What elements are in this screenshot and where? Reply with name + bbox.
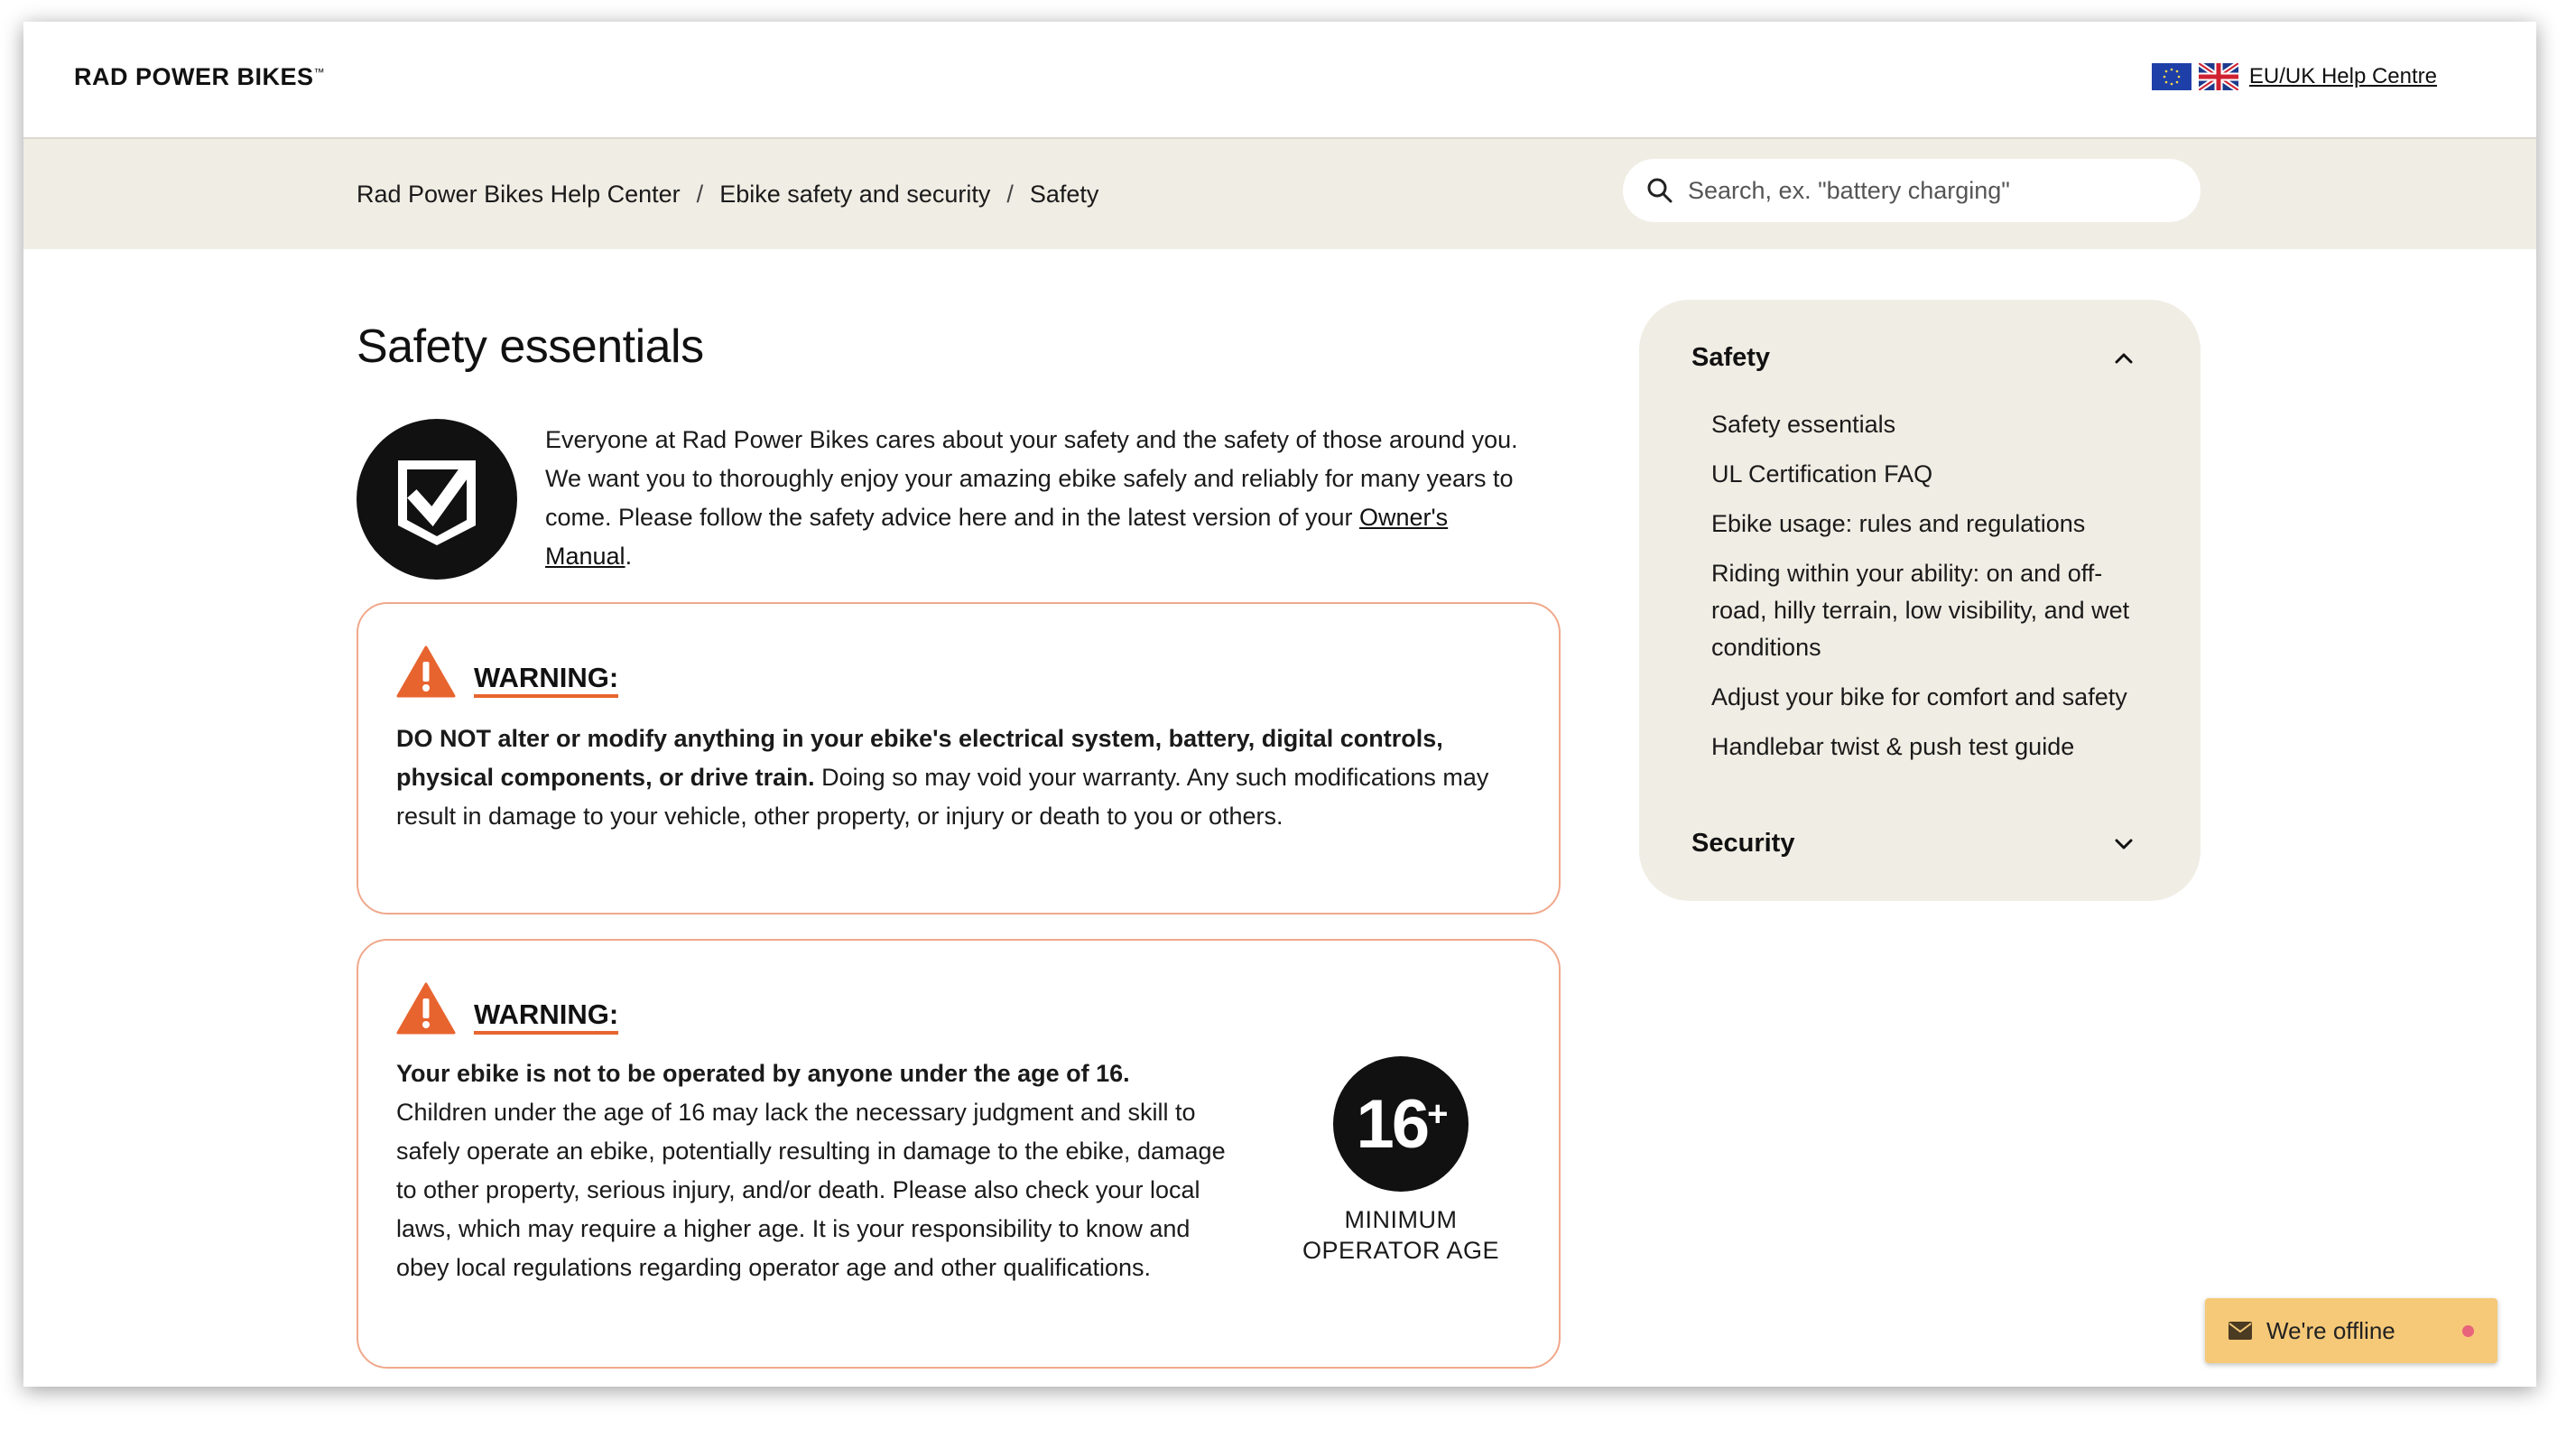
warning-header: WARNING: [396, 982, 619, 1035]
warning-header: WARNING: [396, 645, 619, 698]
sidebar-safety-list: Safety essentials UL Certification FAQ E… [1711, 406, 2145, 778]
warning-body: DO NOT alter or modify anything in your … [396, 720, 1524, 836]
sidebar-item-handlebar-test[interactable]: Handlebar twist & push test guide [1711, 729, 2145, 766]
warning-triangle-icon [396, 982, 456, 1035]
logo-text: RAD POWER BIKES [74, 63, 314, 90]
warning-box-modifications: WARNING: DO NOT alter or modify anything… [357, 602, 1561, 915]
warning-bold-text: Your ebike is not to be operated by anyo… [396, 1060, 1130, 1087]
page-title: Safety essentials [357, 320, 704, 373]
logo-trademark: ™ [313, 66, 326, 79]
search-input[interactable] [1686, 175, 2177, 206]
sidebar-item-ul-certification[interactable]: UL Certification FAQ [1711, 456, 2145, 493]
search-icon [1647, 178, 1673, 203]
sidebar-item-ebike-usage[interactable]: Ebike usage: rules and regulations [1711, 506, 2145, 543]
site-header: RAD POWER BIKES™ EU/UK Help Centre [23, 22, 2536, 139]
warning-box-age: WARNING: Your ebike is not to be operate… [357, 939, 1561, 1369]
site-logo[interactable]: RAD POWER BIKES™ [74, 63, 325, 91]
intro-paragraph: Everyone at Rad Power Bikes cares about … [545, 421, 1520, 576]
sidebar-section-security[interactable]: Security [1691, 829, 1794, 859]
age-badge-caption: MINIMUM OPERATOR AGE [1302, 1206, 1500, 1264]
sidebar-item-riding-ability[interactable]: Riding within your ability: on and off-r… [1711, 555, 2145, 666]
region-link[interactable]: EU/UK Help Centre [2249, 64, 2437, 89]
warning-triangle-icon [396, 645, 456, 698]
breadcrumb-item-help-center[interactable]: Rad Power Bikes Help Center [357, 181, 681, 209]
age-badge-number: 16 [1356, 1085, 1431, 1163]
chevron-up-icon[interactable] [2112, 347, 2136, 370]
breadcrumb-separator: / [1006, 181, 1014, 208]
offline-status-dot [2462, 1325, 2474, 1337]
breadcrumb: Rad Power Bikes Help Center / Ebike safe… [357, 181, 1098, 209]
search-box[interactable] [1623, 159, 2201, 222]
warning-label: WARNING: [474, 999, 619, 1035]
breadcrumb-separator: / [696, 181, 704, 208]
breadcrumb-item-safety[interactable]: Safety [1030, 181, 1099, 209]
age-badge-plus: + [1427, 1093, 1448, 1134]
warning-body: Your ebike is not to be operated by anyo… [396, 1054, 1245, 1287]
warning-text: Children under the age of 16 may lack th… [396, 1099, 1226, 1281]
envelope-icon [2229, 1322, 2252, 1340]
sidebar-nav: Safety Safety essentials UL Certificatio… [1639, 300, 2201, 901]
sidebar-item-adjust-bike[interactable]: Adjust your bike for comfort and safety [1711, 679, 2145, 716]
shield-check-icon [357, 419, 517, 580]
chat-offline-widget[interactable]: We're offline [2205, 1298, 2497, 1363]
browser-window: RAD POWER BIKES™ EU/UK Help Centre Rad P… [23, 22, 2536, 1387]
warning-label: WARNING: [474, 663, 619, 698]
intro-end: . [625, 543, 633, 570]
sidebar-section-safety[interactable]: Safety [1691, 343, 1770, 373]
age-16-badge: 16 + [1333, 1056, 1469, 1192]
chat-status-label: We're offline [2266, 1316, 2395, 1344]
breadcrumb-item-ebike-safety[interactable]: Ebike safety and security [719, 181, 990, 209]
uk-flag-icon [2198, 63, 2238, 90]
region-switcher[interactable]: EU/UK Help Centre [2151, 63, 2437, 90]
breadcrumb-bar: Rad Power Bikes Help Center / Ebike safe… [23, 139, 2536, 249]
chevron-down-icon[interactable] [2112, 832, 2136, 856]
sidebar-item-safety-essentials[interactable]: Safety essentials [1711, 406, 2145, 443]
eu-flag-icon [2151, 63, 2191, 90]
